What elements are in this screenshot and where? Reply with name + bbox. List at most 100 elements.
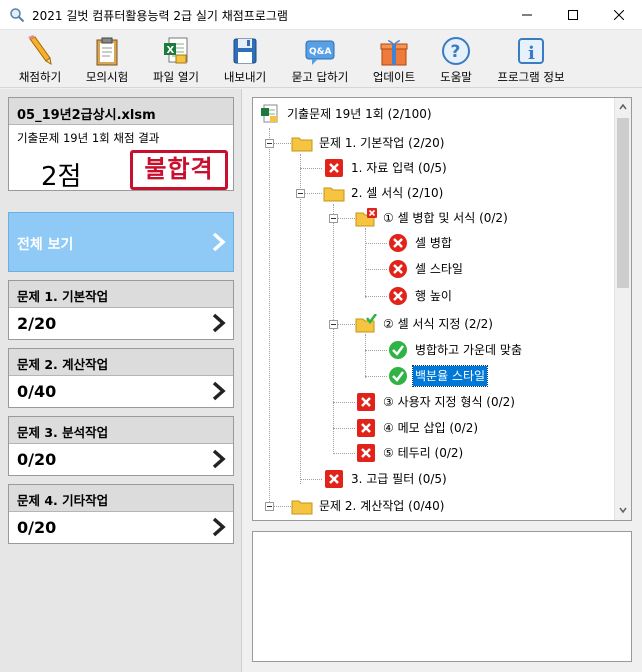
tree-connector (365, 228, 366, 298)
tree-connector (365, 296, 387, 297)
red-x-square-icon (357, 444, 375, 462)
title-bar: 2021 길벗 컴퓨터활용능력 2급 실기 채점프로그램 (0, 0, 642, 30)
chevron-right-icon (212, 449, 226, 469)
update-button-label: 업데이트 (372, 70, 416, 84)
grade-button-label: 채점하기 (18, 70, 62, 84)
folder-check-icon (355, 314, 377, 333)
tree-scrollbar[interactable] (614, 98, 631, 520)
tree-item-label: 3. 고급 필터 (0/5) (351, 472, 447, 486)
export-button[interactable]: 내보내기 (216, 33, 274, 87)
tree-connector (269, 128, 270, 508)
section-card-calculation[interactable]: 문제 2. 계산작업 0/40 (8, 348, 234, 408)
tree-connector (333, 204, 334, 454)
mock-exam-button[interactable]: 모의시험 (78, 33, 136, 87)
section-score: 0/20 (17, 518, 57, 537)
section-card-analysis[interactable]: 문제 3. 분석작업 0/20 (8, 416, 234, 476)
tree-item-label: ④ 메모 삽입 (0/2) (383, 421, 479, 435)
tree-item-label: ② 셀 서식 지정 (2/2) (383, 317, 493, 331)
folder-x-icon (355, 208, 377, 227)
red-x-square-icon (357, 393, 375, 411)
green-check-circle-icon (389, 341, 407, 359)
minimize-button[interactable] (504, 0, 550, 30)
qa-button-label: 묻고 답하기 (291, 70, 349, 84)
close-button[interactable] (596, 0, 642, 30)
window-title: 2021 길벗 컴퓨터활용능력 2급 실기 채점프로그램 (32, 9, 288, 23)
section-title: 문제 1. 기본작업 (9, 281, 233, 308)
folder-icon (291, 500, 313, 515)
svg-text:Q&A: Q&A (309, 47, 331, 57)
section-title: 문제 3. 분석작업 (9, 417, 233, 444)
tree-connector (300, 154, 301, 484)
qa-icon: Q&A (305, 40, 335, 65)
minimize-icon (522, 14, 532, 16)
red-x-square-icon (325, 159, 343, 177)
result-summary-card: 05_19년2급상시.xlsm 기출문제 19년 1회 채점 결과 2점 불합격 (8, 97, 234, 192)
green-check-circle-icon (389, 367, 407, 385)
chevron-right-icon (212, 313, 226, 333)
floppy-disk-icon (233, 38, 257, 64)
open-file-button[interactable]: X 파일 열기 (144, 33, 208, 87)
tree-connector (365, 376, 387, 377)
view-all-button[interactable]: 전체 보기 (8, 212, 234, 272)
scroll-up-arrow-icon[interactable] (619, 103, 627, 111)
scroll-down-arrow-icon[interactable] (619, 506, 627, 514)
clipboard-icon (96, 37, 118, 66)
magnifier-app-icon (10, 8, 25, 23)
update-button[interactable]: 업데이트 (366, 33, 422, 87)
tree-connector (333, 402, 355, 403)
tree-connector (300, 479, 322, 480)
tree-item-label: 셀 병합 (415, 236, 452, 250)
collapse-toggle[interactable] (296, 189, 305, 198)
collapse-toggle[interactable] (265, 139, 274, 148)
tree-connector (333, 453, 355, 454)
help-button[interactable]: ? 도움말 (430, 33, 482, 87)
tree-item-label: 병합하고 가운데 맞춤 (415, 343, 522, 357)
svg-text:?: ? (451, 42, 461, 62)
tree-item-label: 기출문제 19년 1회 (2/100) (287, 107, 432, 121)
chevron-right-icon (212, 381, 226, 401)
collapse-toggle[interactable] (329, 214, 338, 223)
tree-connector (365, 269, 387, 270)
tree-connector (365, 350, 387, 351)
program-info-button[interactable]: i 프로그램 정보 (490, 33, 572, 87)
tree-connector (333, 428, 355, 429)
grading-tree-view[interactable]: 기출문제 19년 1회 (2/100) 문제 1. 기본작업 (2/20) 1.… (252, 97, 632, 521)
open-file-button-label: 파일 열기 (153, 70, 199, 84)
section-title: 문제 4. 기타작업 (9, 485, 233, 512)
program-info-button-label: 프로그램 정보 (497, 70, 565, 84)
collapse-toggle[interactable] (265, 502, 274, 511)
tree-item-label: 2. 셀 서식 (2/10) (351, 186, 444, 200)
red-x-circle-icon (389, 287, 407, 305)
tree-item-label: 백분율 스타일 (411, 365, 489, 387)
section-card-other[interactable]: 문제 4. 기타작업 0/20 (8, 484, 234, 544)
maximize-button[interactable] (550, 0, 596, 30)
folder-icon (291, 137, 313, 152)
tree-connector (365, 334, 366, 378)
qa-button[interactable]: Q&A 묻고 답하기 (282, 33, 358, 87)
tree-item-label: ③ 사용자 지정 형식 (0/2) (383, 395, 515, 409)
help-button-label: 도움말 (440, 70, 472, 84)
collapse-toggle[interactable] (329, 320, 338, 329)
tree-item-label: 문제 2. 계산작업 (0/40) (319, 499, 445, 513)
tree-item-label: ① 셀 병합 및 서식 (0/2) (383, 211, 508, 225)
mock-exam-button-label: 모의시험 (85, 70, 129, 84)
svg-text:i: i (528, 43, 535, 64)
tree-item-label: 1. 자료 입력 (0/5) (351, 161, 447, 175)
grade-button[interactable]: 채점하기 (10, 33, 70, 87)
excel-file-icon (261, 104, 278, 123)
red-x-square-icon (325, 470, 343, 488)
detail-panel (252, 531, 632, 662)
export-button-label: 내보내기 (223, 70, 267, 84)
maximize-icon (568, 10, 578, 20)
excel-file-icon: X (164, 37, 188, 64)
result-subtitle: 기출문제 19년 1회 채점 결과 (17, 131, 160, 145)
section-card-basic[interactable]: 문제 1. 기본작업 2/20 (8, 280, 234, 340)
help-icon: ? (442, 37, 470, 65)
section-score: 0/40 (17, 382, 57, 401)
chevron-right-icon (212, 232, 226, 252)
scrollbar-thumb[interactable] (617, 118, 629, 288)
toolbar: 채점하기 모의시험 X 파일 열기 내보내기 Q&A 묻고 답하기 업데이트 ?… (0, 30, 642, 88)
chevron-right-icon (212, 517, 226, 537)
tree-item-label: 행 높이 (415, 289, 452, 303)
red-x-circle-icon (389, 260, 407, 278)
